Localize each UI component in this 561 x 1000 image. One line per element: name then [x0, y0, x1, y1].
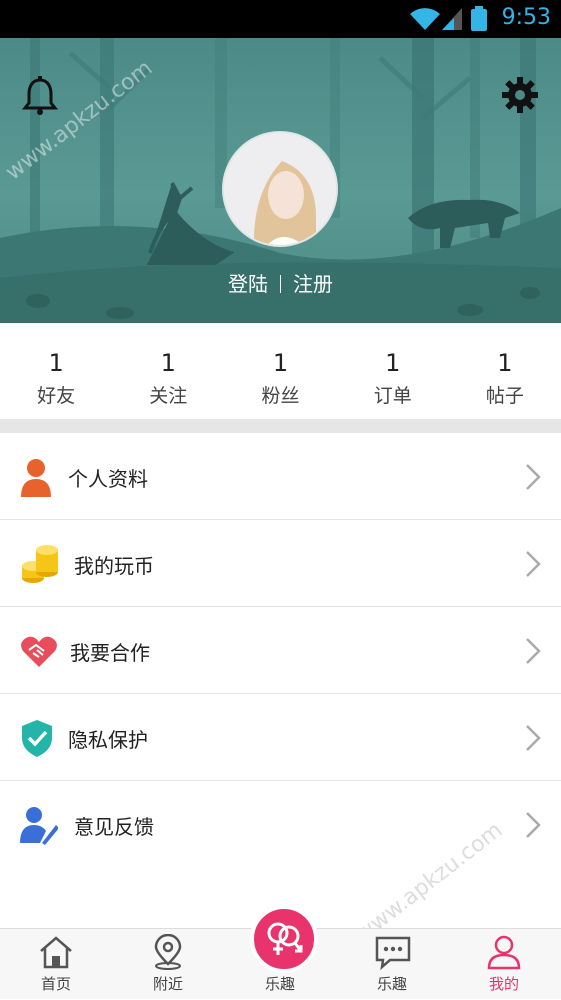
- tab-label: 乐趣: [264, 975, 295, 993]
- stat-count: 1: [497, 349, 513, 377]
- signal-icon: [442, 8, 462, 30]
- register-link[interactable]: 注册: [293, 272, 333, 296]
- stat-following[interactable]: 1 关注: [112, 323, 224, 419]
- stat-label: 帖子: [485, 385, 524, 407]
- tab-label: 乐趣: [376, 975, 407, 993]
- handshake-heart-icon: [21, 636, 57, 667]
- tab-label: 首页: [40, 975, 71, 993]
- wifi-icon: [410, 8, 440, 30]
- avatar[interactable]: [222, 131, 338, 247]
- stat-friends[interactable]: 1 好友: [0, 323, 112, 419]
- login-link[interactable]: 登陆: [228, 272, 268, 296]
- tab-label: 附近: [152, 975, 183, 993]
- profile-header: 登陆 注册 www.apkzu.com: [0, 38, 561, 323]
- stat-count: 1: [385, 349, 401, 377]
- menu-item-label: 个人资料: [68, 467, 148, 491]
- shield-check-icon: [22, 720, 52, 757]
- menu-item-coins[interactable]: 我的玩币: [0, 520, 561, 607]
- menu-item-privacy[interactable]: 隐私保护: [0, 694, 561, 781]
- stat-orders[interactable]: 1 订单: [337, 323, 449, 419]
- status-bar: 9:53: [0, 0, 561, 38]
- tab-nearby[interactable]: 附近: [112, 929, 224, 1000]
- menu-item-label: 我的玩币: [74, 554, 154, 578]
- tab-label: 我的: [488, 975, 519, 993]
- menu-item-label: 我要合作: [70, 641, 150, 665]
- stat-fans[interactable]: 1 粉丝: [224, 323, 336, 419]
- stat-label: 粉丝: [261, 385, 300, 407]
- chevron-right-icon: [526, 725, 541, 751]
- settings-menu: 个人资料 我的玩币 我要合作 隐私保护 意见反馈: [0, 433, 561, 868]
- chevron-right-icon: [526, 551, 541, 577]
- tab-home[interactable]: 首页: [0, 929, 112, 1000]
- stat-count: 1: [272, 349, 289, 377]
- menu-item-label: 意见反馈: [74, 815, 154, 839]
- chevron-right-icon: [526, 638, 541, 664]
- menu-item-profile[interactable]: 个人资料: [0, 433, 561, 520]
- stats-row: 1 好友 1 关注 1 粉丝 1 订单 1 帖子: [0, 323, 561, 419]
- coins-icon: [22, 545, 58, 583]
- gender-couple-icon: [267, 922, 303, 955]
- battery-icon: [471, 6, 487, 31]
- menu-item-label: 隐私保护: [68, 728, 148, 752]
- stat-label: 订单: [373, 385, 412, 407]
- notification-bell-icon[interactable]: [22, 76, 58, 116]
- section-divider: [0, 419, 561, 433]
- tab-fun-chat[interactable]: 乐趣: [336, 929, 448, 1000]
- settings-gear-icon[interactable]: [501, 76, 539, 114]
- person-icon: [21, 459, 51, 497]
- stat-label: 好友: [37, 385, 76, 407]
- status-time: 9:53: [501, 5, 551, 30]
- avatar-photo: [224, 133, 336, 245]
- feedback-user-icon: [20, 807, 58, 845]
- chat-bubble-icon: [375, 936, 411, 970]
- location-pin-icon: [154, 934, 182, 970]
- menu-item-cooperation[interactable]: 我要合作: [0, 607, 561, 694]
- auth-links: 登陆 注册: [0, 268, 561, 297]
- chevron-right-icon: [526, 812, 541, 838]
- stat-count: 1: [48, 349, 64, 377]
- user-icon: [487, 935, 521, 970]
- auth-separator: [280, 275, 281, 293]
- stat-count: 1: [160, 349, 176, 377]
- chevron-right-icon: [526, 464, 541, 490]
- home-icon: [40, 936, 72, 969]
- stat-label: 关注: [149, 385, 188, 407]
- stat-posts[interactable]: 1 帖子: [449, 323, 561, 419]
- tab-mine[interactable]: 我的: [448, 929, 560, 1000]
- center-fab-button[interactable]: [250, 905, 318, 973]
